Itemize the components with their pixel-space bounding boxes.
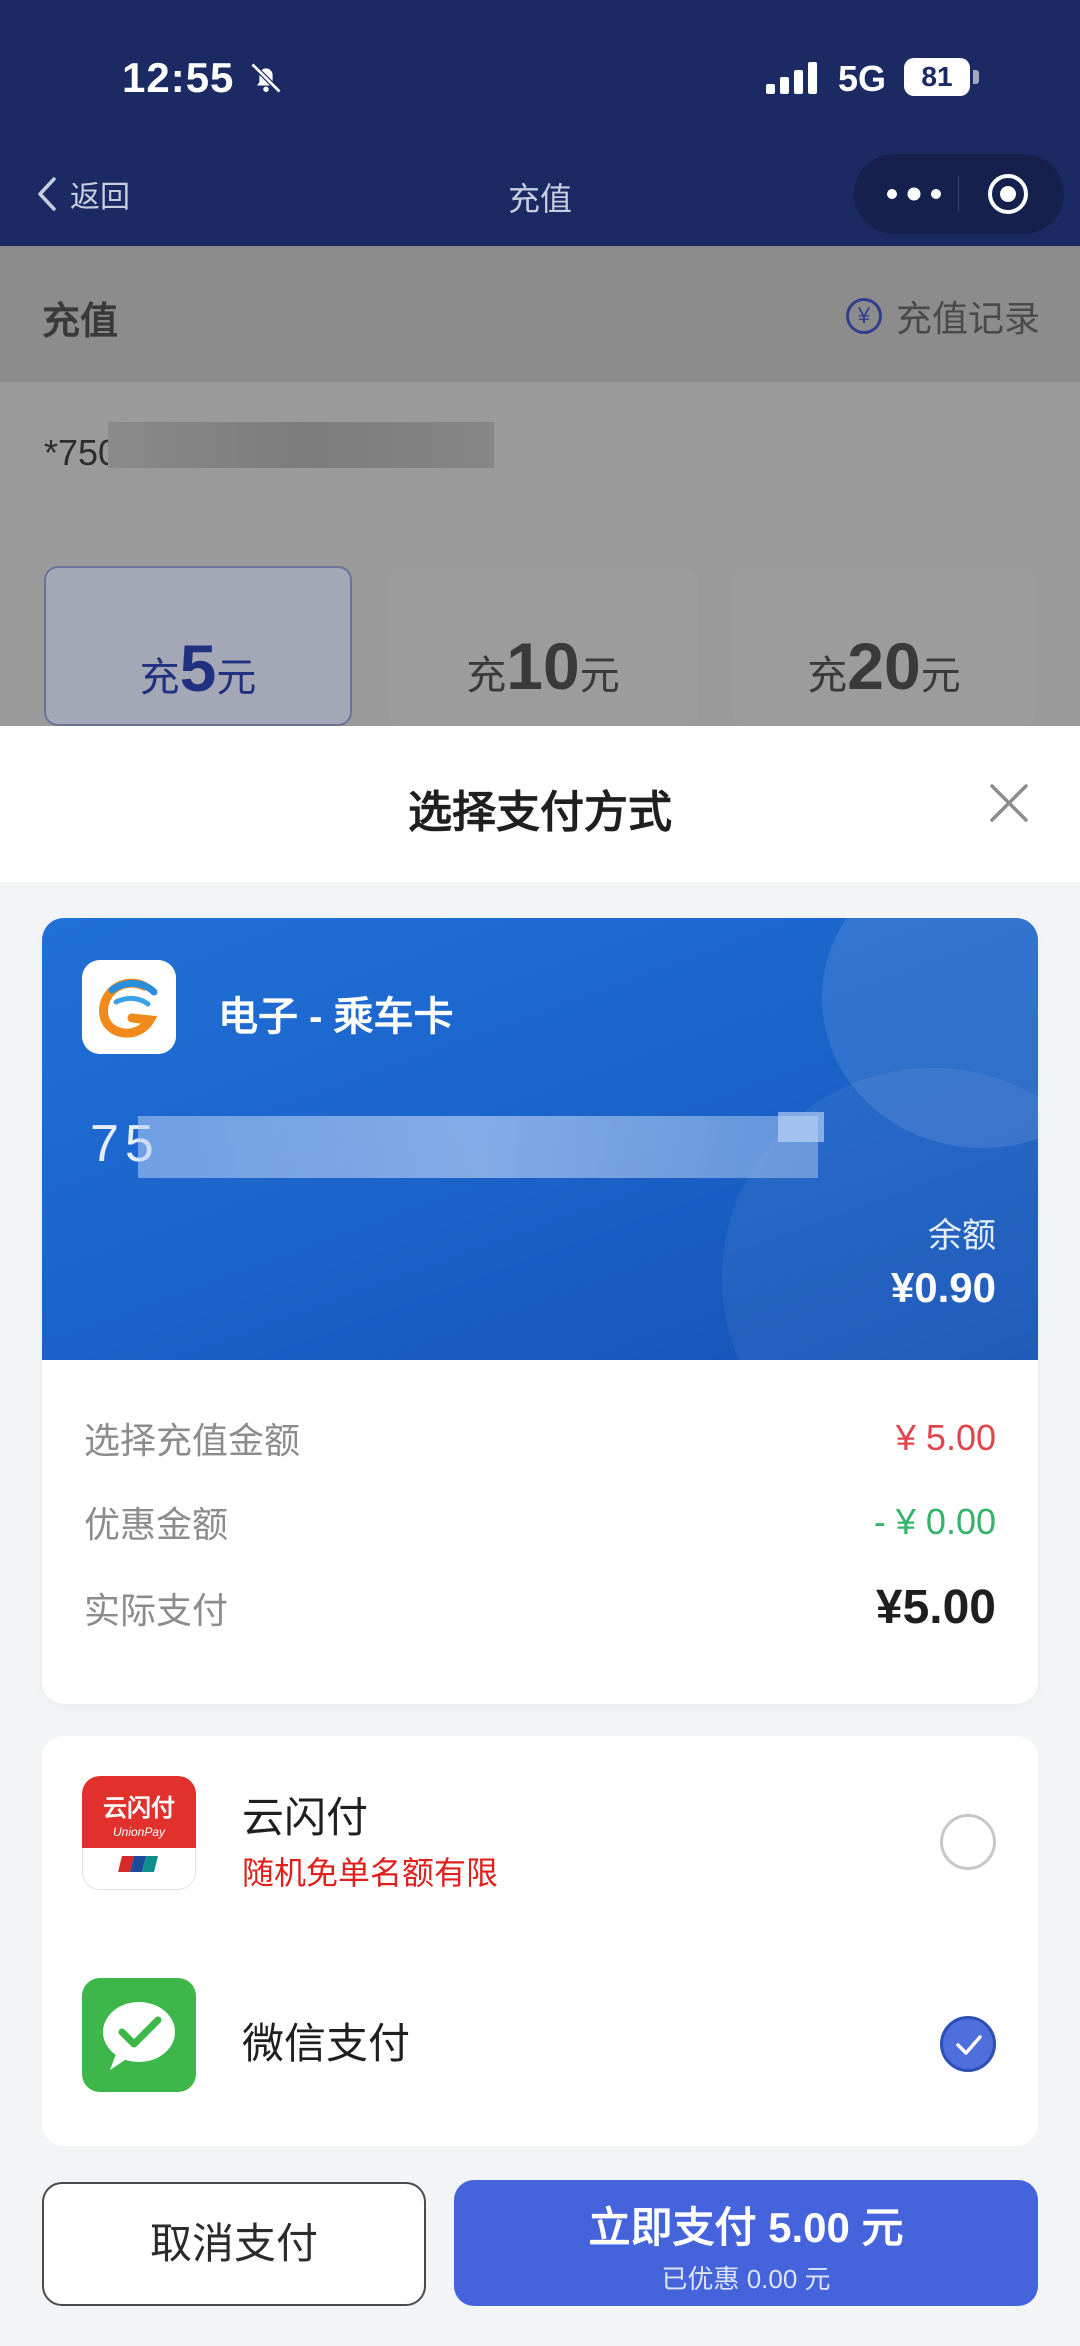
pay-now-button[interactable]: 立即支付 5.00 元 已优惠 0.00 元 xyxy=(454,2180,1038,2306)
nav-bar: 返回 充值 xyxy=(0,150,1080,246)
actual-payment-row: 实际支付 ¥5.00 xyxy=(84,1580,996,1635)
close-icon[interactable] xyxy=(986,780,1032,826)
payment-method-unionpay[interactable]: 云闪付 UnionPay 云闪付 随机免单名额有限 xyxy=(42,1774,1038,1934)
payment-methods: 云闪付 UnionPay 云闪付 随机免单名额有限 微信支付 xyxy=(42,1736,1038,2146)
checkmark-icon xyxy=(956,2035,982,2055)
amount-prefix: 充 xyxy=(139,656,180,700)
actual-payment-value: ¥5.00 xyxy=(875,1581,996,1634)
pay-now-label: 立即支付 5.00 元 xyxy=(588,2204,904,2251)
payment-method-wechat[interactable]: 微信支付 xyxy=(42,1976,1038,2136)
signal-icon xyxy=(766,62,817,94)
amount-prefix: 充 xyxy=(466,654,507,698)
recharge-amount-row: 选择充值金额 ¥ 5.00 xyxy=(84,1412,996,1464)
amount-value: 10 xyxy=(506,629,580,703)
amount-suffix: 元 xyxy=(216,656,257,700)
silent-bell-icon xyxy=(250,62,282,94)
top-bar: 12:55 5G 81 返回 充值 xyxy=(0,0,1080,246)
balance-value: ¥0.90 xyxy=(890,1264,996,1311)
discount-value: - ¥ 0.00 xyxy=(873,1501,996,1542)
transit-card-logo-icon xyxy=(82,960,176,1054)
card-name: 电子 - 乘车卡 xyxy=(218,995,454,1039)
background-card-number: *750 xyxy=(44,432,119,473)
unionpay-icon-subtext: UnionPay xyxy=(113,1825,166,1839)
card-summary-box: 电子 - 乘车卡 75 余额 ¥0.90 选择充值金额 ¥ 5.00 优惠金额 … xyxy=(42,918,1038,1704)
amount-suffix: 元 xyxy=(579,654,620,698)
redacted-card-number xyxy=(108,422,494,468)
cancel-payment-button[interactable]: 取消支付 xyxy=(42,2182,426,2306)
recharge-record-link: ¥ 充值记录 xyxy=(845,290,1040,342)
amount-prefix: 充 xyxy=(807,654,848,698)
close-miniprogram-icon[interactable] xyxy=(986,172,1030,216)
battery-tip-icon xyxy=(973,70,979,84)
payment-method-name: 微信支付 xyxy=(242,2020,411,2067)
unionpay-icon-text: 云闪付 xyxy=(103,1794,175,1822)
amount-value: 20 xyxy=(847,629,921,703)
sheet-title: 选择支付方式 xyxy=(408,788,672,837)
wechat-pay-radio[interactable] xyxy=(940,2016,996,2072)
recharge-amount-label: 选择充值金额 xyxy=(84,1420,301,1461)
recharge-amount-value: ¥ 5.00 xyxy=(895,1417,996,1458)
amount-option-20: 充20元 xyxy=(732,566,1036,726)
payment-method-name: 云闪付 xyxy=(242,1794,369,1841)
balance-label: 余额 xyxy=(928,1217,996,1255)
background-title: 充值 xyxy=(42,301,119,343)
network-type: 5G xyxy=(838,58,887,99)
wechat-pay-icon xyxy=(82,1978,196,2092)
unionpay-icon: 云闪付 UnionPay xyxy=(82,1776,196,1890)
status-bar: 12:55 5G 81 xyxy=(0,0,1080,160)
discount-row: 优惠金额 - ¥ 0.00 xyxy=(84,1496,996,1548)
capsule-divider xyxy=(958,176,959,212)
payment-method-promo: 随机免单名额有限 xyxy=(242,1855,499,1891)
discount-label: 优惠金额 xyxy=(84,1504,229,1545)
background-page-overlay: 充值 ¥ 充值记录 *750 充5元 充10元 充20元 xyxy=(0,246,1080,726)
yen-circle-icon: ¥ xyxy=(845,298,882,334)
background-header: 充值 ¥ 充值记录 xyxy=(0,246,1080,382)
mini-program-capsule xyxy=(854,154,1064,234)
recharge-record-label: 充值记录 xyxy=(895,298,1040,339)
more-icon[interactable] xyxy=(884,180,944,208)
amount-option-5: 充5元 xyxy=(44,566,352,726)
amount-suffix: 元 xyxy=(920,654,961,698)
amount-summary: 选择充值金额 ¥ 5.00 优惠金额 - ¥ 0.00 实际支付 ¥5.00 xyxy=(42,1360,1038,1704)
redacted-card-number xyxy=(138,1116,818,1178)
unionpay-radio[interactable] xyxy=(940,1814,996,1870)
actual-payment-label: 实际支付 xyxy=(84,1589,229,1631)
amount-option-10: 充10元 xyxy=(388,566,698,726)
status-time: 12:55 xyxy=(122,54,235,101)
redacted-card-number xyxy=(778,1112,824,1142)
payment-sheet: 选择支付方式 电子 - 乘车卡 75 余额 ¥0.90 选择充值金额 ¥ 5.0… xyxy=(0,726,1080,2346)
transit-card: 电子 - 乘车卡 75 余额 ¥0.90 xyxy=(42,918,1038,1360)
battery-indicator: 81 xyxy=(904,58,970,96)
sheet-header: 选择支付方式 xyxy=(0,726,1080,882)
pay-now-discount-note: 已优惠 0.00 元 xyxy=(661,2264,831,2294)
amount-value: 5 xyxy=(179,631,217,705)
